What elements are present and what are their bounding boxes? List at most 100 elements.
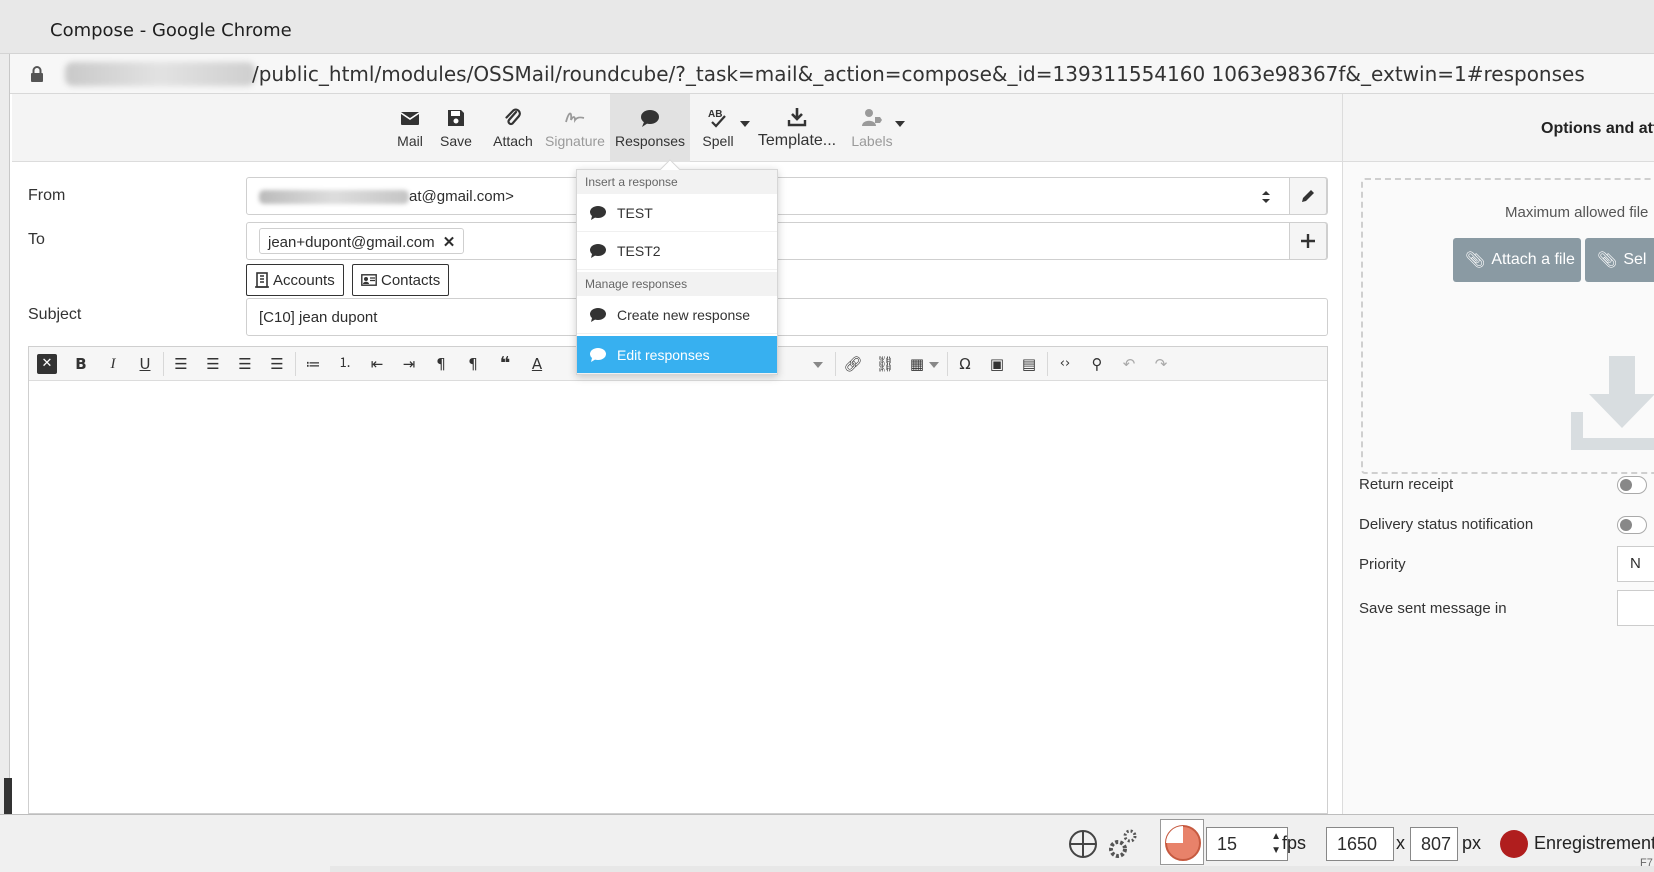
from-label: From <box>28 187 66 204</box>
numbered-list-icon[interactable]: ⒈ <box>335 354 355 374</box>
response-item[interactable]: TEST <box>577 194 777 232</box>
select-file-button[interactable]: 📎︎ Sel <box>1585 238 1654 282</box>
remove-recipient-icon[interactable]: ✕ <box>443 234 456 251</box>
image-icon[interactable]: ▣ <box>987 354 1007 374</box>
add-recipient-button[interactable] <box>1289 222 1327 260</box>
delivery-status-label: Delivery status notification <box>1359 516 1534 533</box>
sort-arrows-icon <box>1262 191 1270 203</box>
priority-value: N <box>1630 555 1641 572</box>
contacts-label: Contacts <box>381 271 441 289</box>
responses-button[interactable]: Responses <box>610 94 690 162</box>
pencil-icon <box>1302 190 1314 202</box>
save-sent-select[interactable] <box>1617 590 1654 626</box>
gears-icon[interactable] <box>1108 827 1138 859</box>
taskbar-strip <box>330 866 1654 872</box>
italic-icon[interactable]: I <box>103 354 123 374</box>
spell-button[interactable]: AB Spell <box>692 94 744 162</box>
align-right-icon[interactable]: ☰ <box>235 354 255 374</box>
find-replace-icon[interactable]: ⚲ <box>1087 354 1107 374</box>
bulleted-list-icon[interactable]: ≔ <box>303 354 323 374</box>
height-value: 807 <box>1421 834 1452 854</box>
width-input[interactable]: 1650 <box>1326 827 1394 861</box>
timer-button[interactable] <box>1160 819 1204 865</box>
accounts-button[interactable]: Accounts <box>246 264 344 296</box>
spell-dropdown-caret[interactable] <box>740 121 750 127</box>
redo-icon[interactable]: ↷ <box>1151 354 1171 374</box>
spinner-arrows-icon[interactable]: ▲ ▼ <box>1271 830 1281 858</box>
dimension-separator: x <box>1396 833 1405 853</box>
table-icon[interactable]: ▦ <box>907 354 927 374</box>
response-item[interactable]: TEST2 <box>577 232 777 270</box>
labels-button[interactable]: Labels <box>846 94 898 162</box>
indent-icon[interactable]: ⇥ <box>399 354 419 374</box>
align-left-icon[interactable]: ☰ <box>171 354 191 374</box>
edit-responses-item[interactable]: Edit responses <box>577 336 777 374</box>
responses-dropdown: Insert a response TEST TEST2 Manage resp… <box>576 159 778 375</box>
labels-dropdown-caret[interactable] <box>895 121 905 127</box>
unlink-icon[interactable]: ⛓︎ <box>875 354 895 374</box>
crosshair-icon[interactable] <box>1068 829 1098 859</box>
speech-bubble-icon <box>590 243 606 258</box>
window-title: Compose - Google Chrome <box>50 20 292 41</box>
bold-icon[interactable]: B <box>71 354 91 374</box>
recipient-tag[interactable]: jean+dupont@gmail.com ✕ <box>259 228 465 254</box>
insert-response-header: Insert a response <box>577 170 777 194</box>
record-dot-icon[interactable] <box>1500 830 1528 858</box>
labels-label: Labels <box>851 133 893 149</box>
return-receipt-toggle[interactable] <box>1617 476 1647 494</box>
table-caret[interactable] <box>929 362 939 368</box>
height-input[interactable]: 807 <box>1410 827 1458 861</box>
signature-button[interactable]: Signature <box>542 94 608 162</box>
mail-label: Mail <box>397 133 423 149</box>
contacts-button[interactable]: Contacts <box>352 264 450 296</box>
rtl-paragraph-icon[interactable]: ¶ <box>463 354 483 374</box>
blockquote-icon[interactable]: ❝ <box>495 354 515 374</box>
download-icon <box>787 108 807 127</box>
link-icon[interactable]: 🔗︎ <box>843 354 863 374</box>
align-justify-icon[interactable]: ☰ <box>267 354 287 374</box>
window-edge-marker <box>4 778 12 814</box>
record-label[interactable]: Enregistrement <box>1534 833 1654 854</box>
compose-toolbar: Mail Save Attach Signature Responses AB … <box>12 94 1342 162</box>
pie-timer-icon <box>1165 825 1201 861</box>
user-tag-icon <box>862 109 882 126</box>
from-value: at@gmail.com> <box>409 188 514 205</box>
max-file-size: Maximum allowed file <box>1505 204 1649 221</box>
save-button[interactable]: Save <box>428 94 484 162</box>
redacted-host <box>65 62 255 86</box>
subject-label: Subject <box>28 306 82 323</box>
source-code-icon[interactable]: ‹› <box>1055 354 1075 374</box>
clear-format-icon[interactable]: ✕ <box>37 354 57 374</box>
paperclip-icon: 📎︎ <box>1465 252 1486 269</box>
delivery-status-toggle[interactable] <box>1617 516 1647 534</box>
attach-file-button[interactable]: 📎︎ Attach a file <box>1453 238 1581 282</box>
attach-button[interactable]: Attach <box>484 94 542 162</box>
template-button[interactable]: Template... <box>756 94 838 162</box>
edit-identity-button[interactable] <box>1289 177 1327 215</box>
outdent-icon[interactable]: ⇤ <box>367 354 387 374</box>
underline-icon[interactable]: U <box>135 354 155 374</box>
fps-value: 15 <box>1217 834 1238 854</box>
special-char-icon[interactable]: Ω <box>955 354 975 374</box>
attachment-drop-zone[interactable]: Maximum allowed file 📎︎ Attach a file 📎︎… <box>1361 178 1654 474</box>
priority-select[interactable]: N <box>1617 546 1654 582</box>
font-size-caret[interactable] <box>813 362 823 368</box>
response-item-label: TEST <box>617 204 653 221</box>
ltr-paragraph-icon[interactable]: ¶ <box>431 354 451 374</box>
subject-input[interactable]: [C10] jean dupont <box>246 298 1328 336</box>
toolbar-divider <box>295 352 296 376</box>
media-icon[interactable]: ▤ <box>1019 354 1039 374</box>
address-bar[interactable]: /public_html/modules/OSSMail/roundcube/?… <box>10 54 1654 94</box>
fps-input[interactable]: 15 ▲ ▼ <box>1206 827 1288 861</box>
text-color-icon[interactable]: A <box>527 354 547 374</box>
from-select[interactable]: at@gmail.com> <box>246 177 1328 215</box>
message-editor[interactable]: ✕ B I U ☰ ☰ ☰ ☰ ≔ ⒈ ⇤ ⇥ ¶ ¶ ❝ A pt 🔗︎ ⛓︎… <box>28 346 1328 814</box>
save-label: Save <box>440 133 472 149</box>
toolbar-divider <box>163 352 164 376</box>
undo-icon[interactable]: ↶ <box>1119 354 1139 374</box>
to-input[interactable]: jean+dupont@gmail.com ✕ <box>246 222 1328 260</box>
align-center-icon[interactable]: ☰ <box>203 354 223 374</box>
attach-file-label: Attach a file <box>1491 251 1575 268</box>
create-response-item[interactable]: Create new response <box>577 296 777 334</box>
url-text[interactable]: /public_html/modules/OSSMail/roundcube/?… <box>252 62 1585 86</box>
